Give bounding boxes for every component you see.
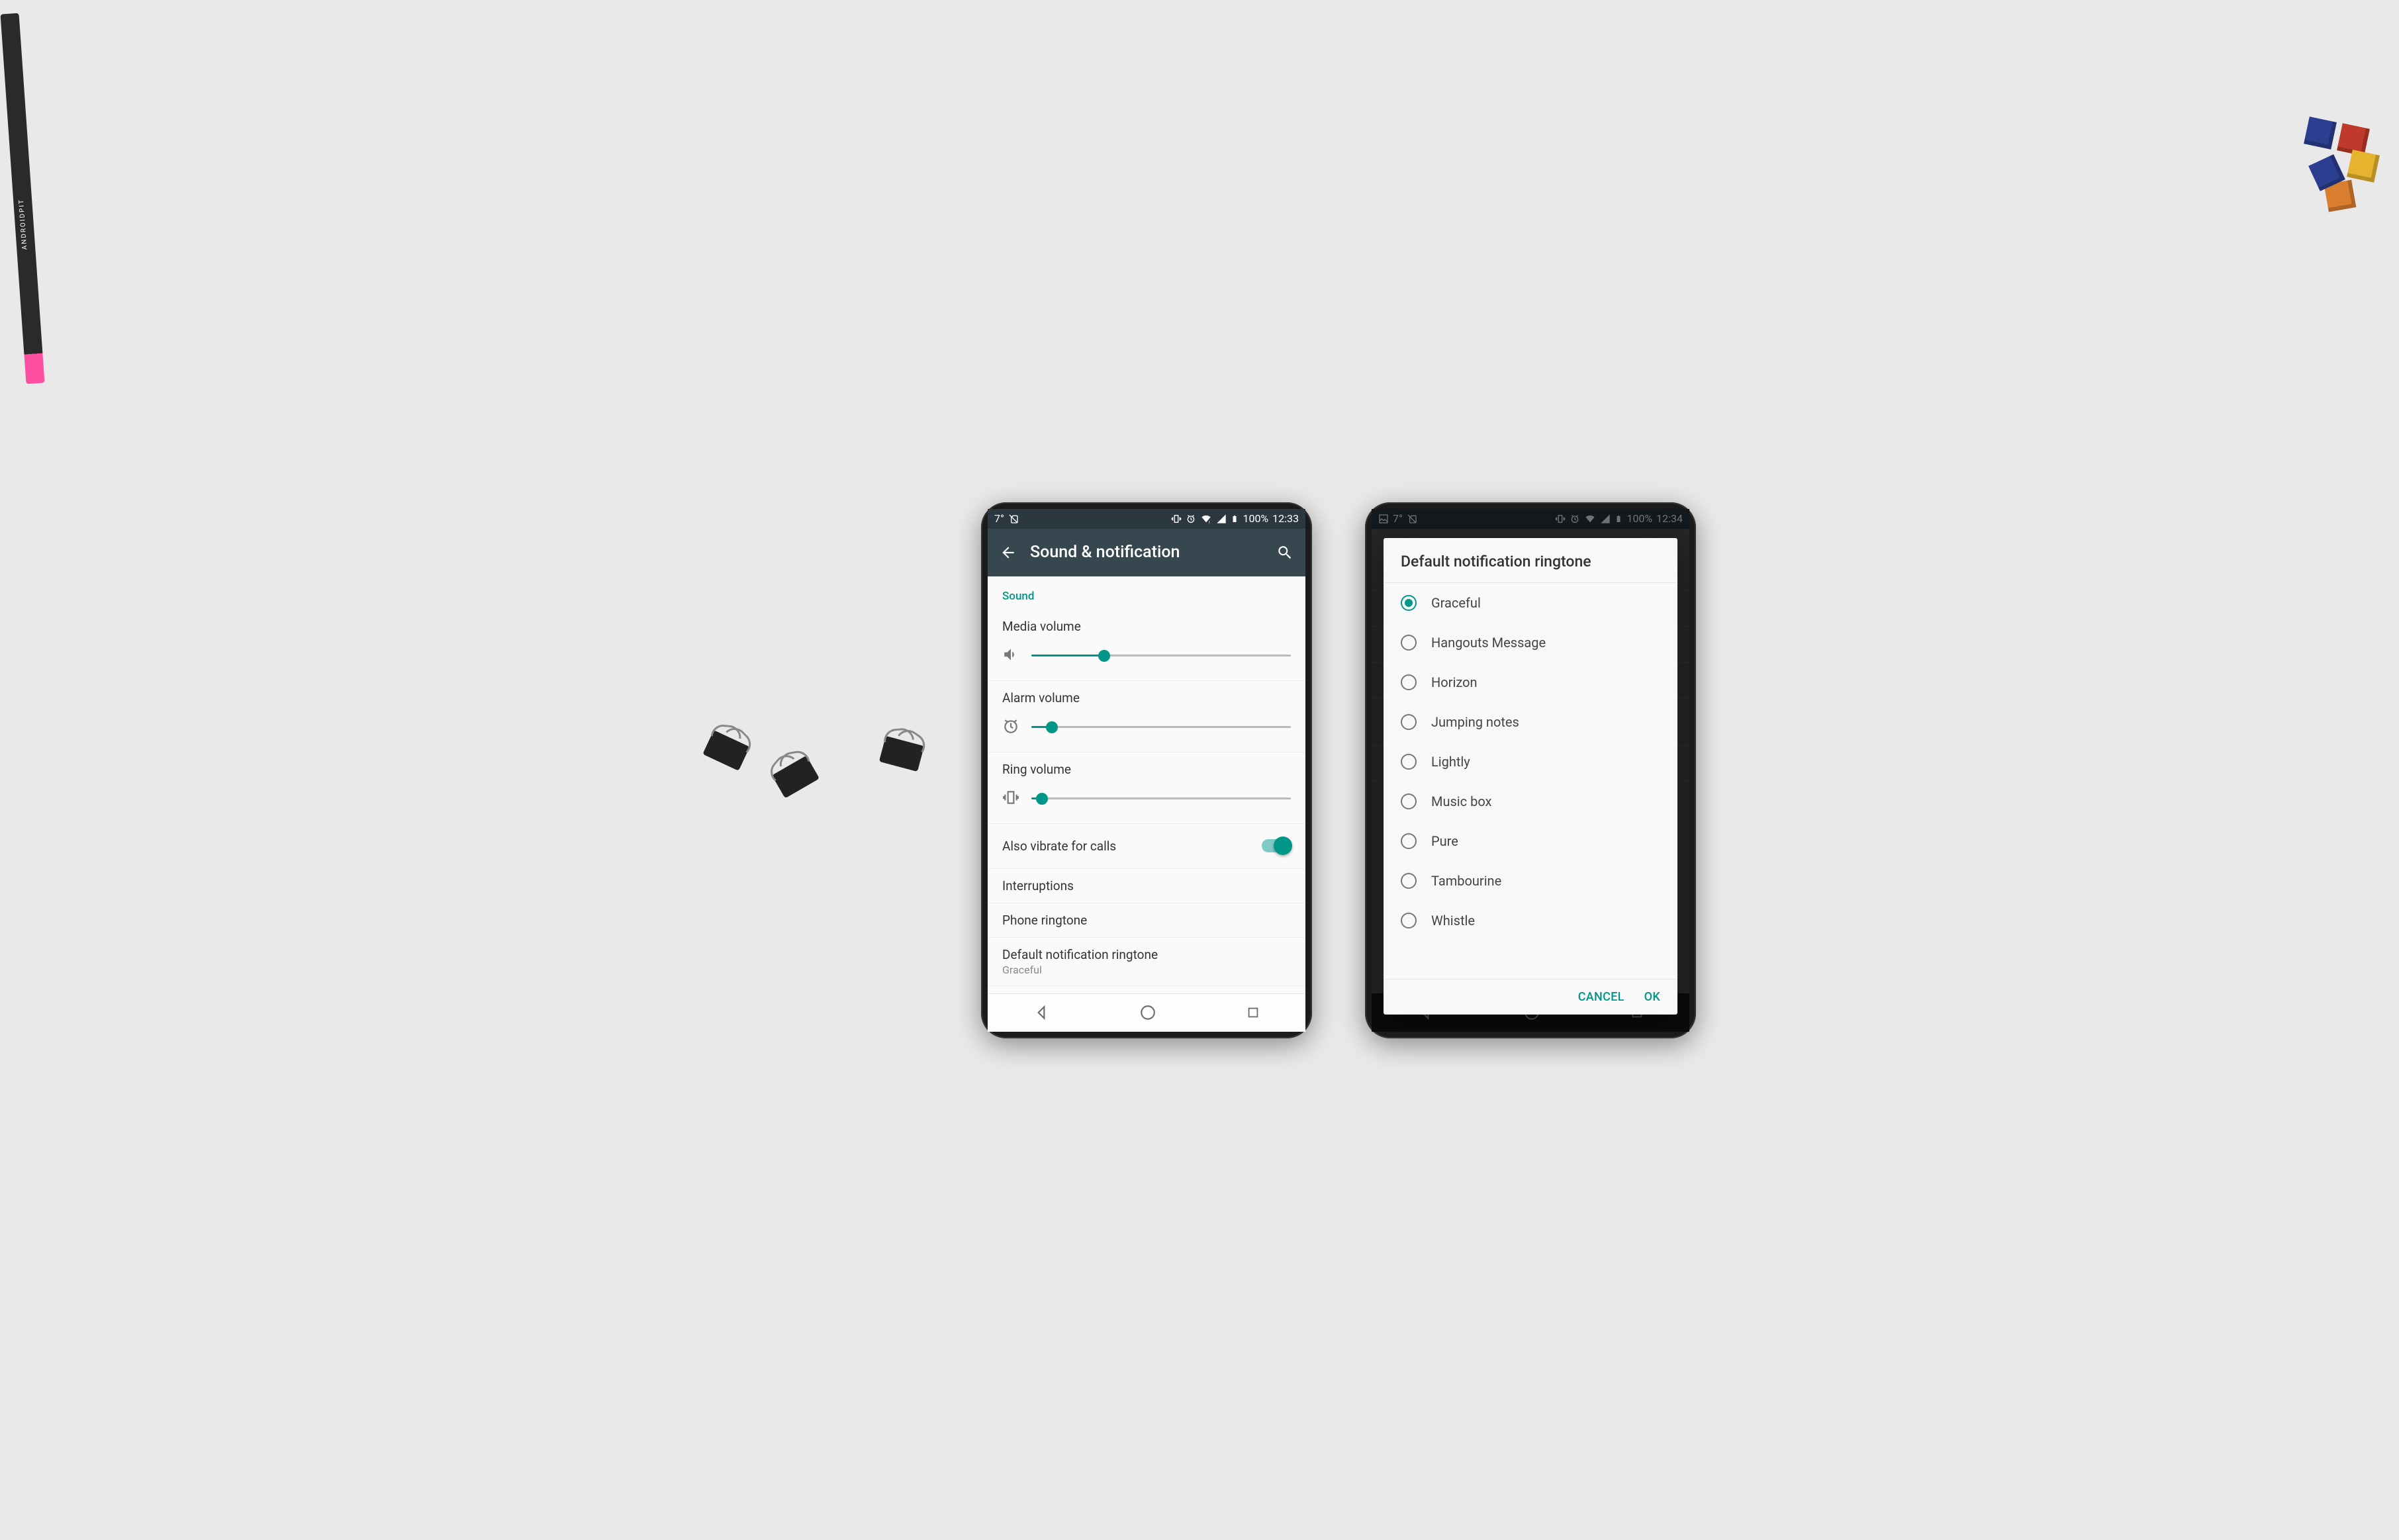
- radio-icon: [1401, 833, 1417, 849]
- settings-row[interactable]: Phone ringtone: [988, 903, 1305, 938]
- no-sim-icon: [1008, 514, 1019, 524]
- row-title: Interruptions: [1002, 878, 1291, 893]
- radio-icon: [1401, 714, 1417, 730]
- slider-volume: Media volume: [988, 610, 1305, 681]
- ringtone-option[interactable]: Hangouts Message: [1384, 623, 1677, 662]
- ringtone-option[interactable]: Tambourine: [1384, 861, 1677, 901]
- app-bar: Sound & notification: [988, 529, 1305, 576]
- ringtone-label: Lightly: [1431, 754, 1470, 770]
- ringtone-option[interactable]: Music box: [1384, 782, 1677, 821]
- radio-icon: [1401, 793, 1417, 809]
- radio-icon: [1401, 913, 1417, 929]
- binder-clip-prop: [772, 755, 820, 798]
- dialog-actions: CANCEL OK: [1384, 979, 1677, 1015]
- ringtone-label: Whistle: [1431, 913, 1475, 929]
- ringtone-option[interactable]: Horizon: [1384, 662, 1677, 702]
- slider-label: Ring volume: [1002, 762, 1291, 777]
- signal-icon: [1216, 514, 1227, 524]
- ringtone-label: Tambourine: [1431, 873, 1501, 889]
- slider-track[interactable]: [1031, 655, 1291, 657]
- pencil-prop: ANDROIDPIT: [1, 13, 45, 385]
- pencil-label: ANDROIDPIT: [18, 199, 28, 250]
- radio-icon: [1401, 754, 1417, 770]
- cancel-button[interactable]: CANCEL: [1578, 990, 1624, 1004]
- page-title: Sound & notification: [1030, 543, 1263, 562]
- slider-label: Alarm volume: [1002, 690, 1291, 705]
- settings-row[interactable]: Default notification ringtone Graceful: [988, 938, 1305, 986]
- ringtone-option[interactable]: Graceful: [1384, 583, 1677, 623]
- status-time: 12:33: [1272, 512, 1299, 525]
- ringtone-label: Hangouts Message: [1431, 635, 1546, 651]
- radio-icon: [1401, 635, 1417, 651]
- vibrate-icon: [1171, 514, 1182, 524]
- ringtone-option[interactable]: Lightly: [1384, 742, 1677, 782]
- ringtone-option[interactable]: Pure: [1384, 821, 1677, 861]
- ok-button[interactable]: OK: [1644, 990, 1660, 1004]
- slider-label: Media volume: [1002, 619, 1291, 634]
- slider-track[interactable]: [1031, 797, 1291, 799]
- ringtone-label: Graceful: [1431, 595, 1481, 611]
- ringtone-label: Horizon: [1431, 674, 1478, 690]
- ringtone-label: Music box: [1431, 793, 1491, 809]
- ringtone-label: Jumping notes: [1431, 714, 1519, 730]
- search-icon[interactable]: [1276, 544, 1294, 561]
- row-subtitle: Graceful: [1002, 964, 1291, 976]
- battery-icon: [1231, 514, 1239, 524]
- row-title: Default notification ringtone: [1002, 947, 1291, 962]
- status-bar: 7° ! 100% 12:33: [988, 509, 1305, 529]
- back-icon[interactable]: [1000, 544, 1017, 561]
- ringtone-list: Graceful Hangouts Message Horizon Jumping n…: [1384, 582, 1677, 979]
- slider-alarm: Alarm volume: [988, 681, 1305, 752]
- slider-vibrate: Ring volume: [988, 752, 1305, 824]
- radio-icon: [1401, 674, 1417, 690]
- phone-right: 7° 100% 12:34 R A I P D G O N W: [1365, 502, 1696, 1038]
- binder-clip-prop: [879, 735, 924, 771]
- vibrate-toggle[interactable]: [1262, 839, 1291, 852]
- status-battery-pct: 100%: [1243, 512, 1268, 525]
- wooden-cubes-prop: [2300, 119, 2386, 238]
- ringtone-option[interactable]: Whistle: [1384, 901, 1677, 940]
- volume-icon: [1002, 646, 1019, 666]
- nav-back-icon[interactable]: [1033, 1004, 1050, 1021]
- vibrate-icon: [1002, 789, 1019, 809]
- binder-clip-prop: [702, 730, 749, 771]
- vibrate-for-calls-label: Also vibrate for calls: [1002, 838, 1262, 854]
- radio-icon: [1401, 873, 1417, 889]
- settings-content: Sound Media volume Alarm volume Ring volum…: [988, 576, 1305, 993]
- vibrate-for-calls-row[interactable]: Also vibrate for calls: [988, 824, 1305, 869]
- alarm-icon: [1186, 514, 1196, 524]
- ringtone-option[interactable]: Jumping notes: [1384, 702, 1677, 742]
- status-temp: 7°: [994, 512, 1004, 525]
- settings-row[interactable]: Interruptions: [988, 869, 1305, 903]
- phone-left: 7° ! 100% 12:33 Sound & notification Sou…: [981, 502, 1312, 1038]
- row-title: Phone ringtone: [1002, 913, 1291, 928]
- ringtone-label: Pure: [1431, 833, 1458, 849]
- nav-home-icon[interactable]: [1139, 1004, 1156, 1021]
- nav-bar: [988, 993, 1305, 1032]
- nav-recent-icon[interactable]: [1246, 1005, 1260, 1020]
- alarm-icon: [1002, 717, 1019, 737]
- slider-track[interactable]: [1031, 726, 1291, 728]
- ringtone-dialog: Default notification ringtone Graceful Ha…: [1384, 538, 1677, 1015]
- wifi-icon: !: [1200, 514, 1212, 524]
- section-sound: Sound: [988, 576, 1305, 610]
- dialog-title: Default notification ringtone: [1384, 538, 1677, 582]
- svg-text:!: !: [1209, 520, 1210, 524]
- radio-icon: [1401, 595, 1417, 611]
